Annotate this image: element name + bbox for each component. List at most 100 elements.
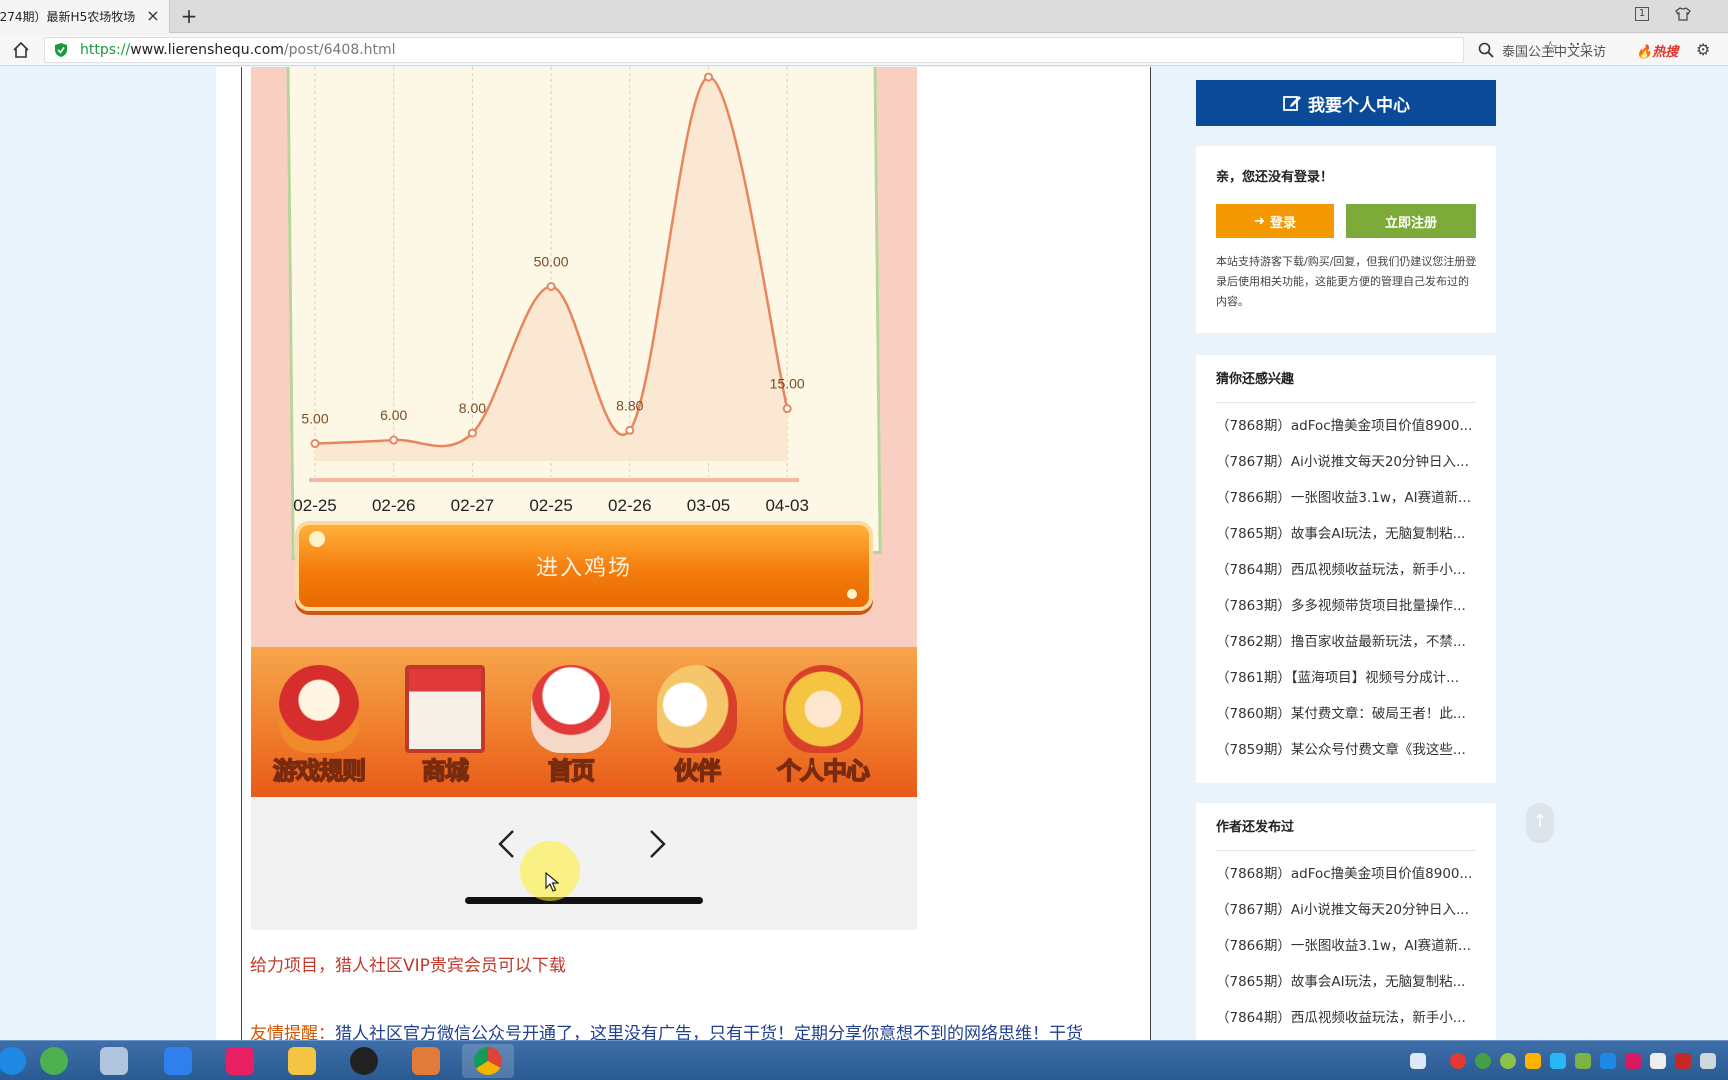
data-point xyxy=(704,72,713,82)
rooster-home-icon xyxy=(531,665,611,753)
volume-icon[interactable] xyxy=(1700,1053,1716,1069)
data-label: 50.00 xyxy=(534,254,569,270)
browser-tab[interactable]: 5274期）最新H5农场牧场 × xyxy=(0,0,170,33)
personal-center-button[interactable]: 我要个人中心 xyxy=(1196,80,1496,126)
author-panel: 作者还发布过 （7868期）adFoc撸美金项目价值8900... （7867期）… xyxy=(1196,803,1496,1040)
login-note: 本站支持游客下载/购买/回复，但我们仍建议您注册登录后使用相关功能，这能更方便的… xyxy=(1216,255,1477,308)
360-browser-icon[interactable] xyxy=(28,1044,80,1078)
tray-app-icon[interactable] xyxy=(1500,1053,1516,1069)
related-post-link[interactable]: （7864期）西瓜视频收益玩法，新手小... xyxy=(1216,1000,1476,1036)
data-point xyxy=(389,435,399,445)
cursor-highlight xyxy=(520,841,580,901)
tray-app-icon[interactable] xyxy=(1600,1053,1616,1069)
x-tick-label: 03-05 xyxy=(687,496,730,515)
phone-screenshot: 5.00 02-25 6.00 02-26 8.00 02-27 50.00 02-25 8.8… xyxy=(251,67,917,930)
close-tab-icon[interactable]: × xyxy=(145,8,161,24)
file-manager-icon[interactable] xyxy=(276,1044,328,1078)
data-label: 5.00 xyxy=(301,411,328,427)
tray-app-icon[interactable] xyxy=(1525,1053,1541,1069)
login-button[interactable]: ➜ 登录 xyxy=(1216,204,1334,238)
chevron-left-icon[interactable] xyxy=(491,827,525,861)
shield-icon xyxy=(55,43,67,57)
flame-icon: 🔥 xyxy=(1636,45,1653,60)
nav-shop[interactable]: 商城 xyxy=(382,647,508,797)
author-list: （7868期）adFoc撸美金项目价值8900... （7867期）Ai小说推文每… xyxy=(1216,851,1476,1036)
related-post-link[interactable]: （7868期）adFoc撸美金项目价值8900... xyxy=(1216,856,1476,892)
related-post-link[interactable]: （7859期）某公众号付费文章《我这些... xyxy=(1216,732,1476,768)
extensions-icon[interactable]: ⚙ xyxy=(1696,40,1710,59)
tray-app-icon[interactable] xyxy=(1625,1053,1641,1069)
x-tick-label: 02-26 xyxy=(608,496,651,515)
chicken-rules-icon xyxy=(279,665,359,753)
slides-app-icon[interactable] xyxy=(400,1044,452,1078)
notification-icon[interactable] xyxy=(1410,1053,1426,1069)
mouse-cursor-icon xyxy=(545,872,559,892)
search-suggestion-text: 泰国公主中文采访 xyxy=(1502,44,1607,60)
login-panel: 亲，您还没有登录！ ➜ 登录 立即注册 本站支持游客下载/购买/回复，但我们仍建议… xyxy=(1196,146,1496,333)
related-post-link[interactable]: （7868期）adFoc撸美金项目价值8900... xyxy=(1216,408,1476,444)
interest-list: （7868期）adFoc撸美金项目价值8900... （7867期）Ai小说推文每… xyxy=(1216,403,1476,768)
address-bar: https://www.lierenshequ.com/post/6408.ht… xyxy=(0,34,1728,66)
back-to-top-button[interactable]: ↑ xyxy=(1527,803,1553,841)
interest-panel: 猜你还感兴趣 （7868期）adFoc撸美金项目价值8900... （7867期）… xyxy=(1196,355,1496,783)
interest-title: 猜你还感兴趣 xyxy=(1216,355,1476,403)
shirt-skin-icon[interactable] xyxy=(1674,6,1692,24)
egg-price-chart: 5.00 02-25 6.00 02-26 8.00 02-27 50.00 02-25 8.8… xyxy=(293,67,809,515)
url-field[interactable]: https://www.lierenshequ.com/post/6408.ht… xyxy=(44,37,1464,63)
related-post-link[interactable]: （7861期）【蓝海项目】视频号分成计... xyxy=(1216,660,1476,696)
chicken-partners-icon xyxy=(657,665,737,753)
hot-search-label[interactable]: 🔥热搜 xyxy=(1636,41,1678,60)
related-post-link[interactable]: （7866期）一张图收益3.1w，AI赛道新... xyxy=(1216,928,1476,964)
baidu-netdisk-icon[interactable] xyxy=(152,1044,204,1078)
wechat-icon[interactable] xyxy=(1575,1053,1591,1069)
tab-bar: 5274期）最新H5农场牧场 × + 1 xyxy=(0,0,1728,33)
nav-home[interactable]: 首页 xyxy=(508,647,634,797)
tab-title: 5274期）最新H5农场牧场 xyxy=(0,10,136,24)
tray-app-icon[interactable] xyxy=(1675,1053,1691,1069)
data-label: 8.80 xyxy=(616,397,643,413)
tray-app-icon[interactable] xyxy=(1650,1053,1666,1069)
nav-personal-center[interactable]: 个人中心 xyxy=(760,647,886,797)
data-label: 15.00 xyxy=(770,376,805,392)
tray-app-icon[interactable] xyxy=(1475,1053,1491,1069)
chevron-right-icon[interactable] xyxy=(639,827,673,861)
video-app-icon[interactable] xyxy=(214,1044,266,1078)
related-post-link[interactable]: （7862期）撸百家收益最新玩法，不禁... xyxy=(1216,624,1476,660)
tip-body: 猎人社区官方微信公众号开通了，这里没有广告，只有干货！定期分享你意想不到的网络思… xyxy=(335,1024,1083,1040)
window-count-icon[interactable]: 1 xyxy=(1635,7,1649,21)
related-post-link[interactable]: （7865期）故事会AI玩法，无脑复制粘... xyxy=(1216,964,1476,1000)
data-label: 8.00 xyxy=(459,400,486,416)
data-point xyxy=(546,282,556,291)
login-title: 亲，您还没有登录！ xyxy=(1216,170,1334,185)
related-post-link[interactable]: （7867期）Ai小说推文每天20分钟日入... xyxy=(1216,444,1476,480)
related-post-link[interactable]: （7867期）Ai小说推文每天20分钟日入... xyxy=(1216,892,1476,928)
windows-taskbar xyxy=(0,1040,1728,1080)
x-tick-label: 02-27 xyxy=(451,496,494,515)
enter-chicken-farm-label: 进入鸡场 xyxy=(535,556,632,581)
enter-chicken-farm-button[interactable]: 进入鸡场 xyxy=(295,521,873,611)
vip-download-note: 给力项目，猎人社区VIP贵宾会员可以下载 xyxy=(250,956,566,976)
edit-icon xyxy=(1283,96,1301,111)
personal-center-label: 我要个人中心 xyxy=(1308,95,1410,116)
tray-app-icon[interactable] xyxy=(1550,1053,1566,1069)
qq-icon[interactable] xyxy=(338,1044,390,1078)
chrome-icon[interactable] xyxy=(462,1044,514,1078)
sign-in-icon: ➜ xyxy=(1254,213,1265,229)
new-tab-icon[interactable]: + xyxy=(178,5,200,27)
kid-avatar-icon xyxy=(783,665,863,753)
related-post-link[interactable]: （7863期）多多视频带货项目批量操作... xyxy=(1216,588,1476,624)
notepad-icon[interactable] xyxy=(88,1044,140,1078)
tray-app-icon[interactable] xyxy=(1450,1053,1466,1069)
related-post-link[interactable]: （7866期）一张图收益3.1w，AI赛道新... xyxy=(1216,480,1476,516)
register-button[interactable]: 立即注册 xyxy=(1346,204,1476,238)
home-icon[interactable] xyxy=(12,41,30,59)
data-point xyxy=(467,428,477,438)
nav-game-rules[interactable]: 游戏规则 xyxy=(256,647,382,797)
nav-partners[interactable]: 伙伴 xyxy=(634,647,760,797)
friendly-tip: 友情提醒：猎人社区官方微信公众号开通了，这里没有广告，只有干货！定期分享你意想不… xyxy=(250,1019,1150,1040)
home-indicator-bar xyxy=(465,897,703,904)
related-post-link[interactable]: （7860期）某付费文章：破局王者！此... xyxy=(1216,696,1476,732)
tip-label: 友情提醒： xyxy=(250,1024,335,1040)
related-post-link[interactable]: （7864期）西瓜视频收益玩法，新手小... xyxy=(1216,552,1476,588)
related-post-link[interactable]: （7865期）故事会AI玩法，无脑复制粘... xyxy=(1216,516,1476,552)
